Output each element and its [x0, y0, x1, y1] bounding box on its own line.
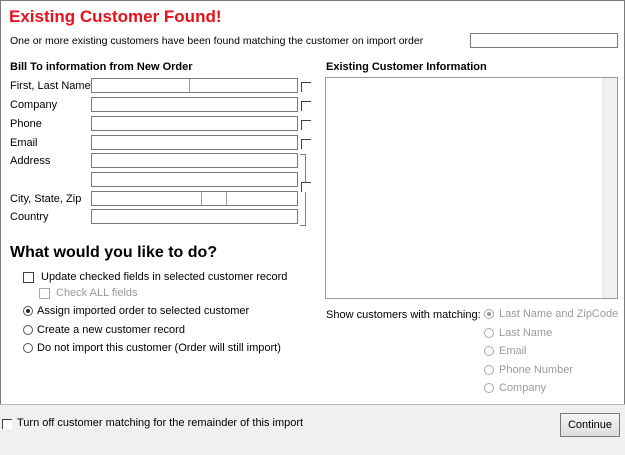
city-divider — [201, 192, 202, 205]
dialog-subtitle: One or more existing customers have been… — [10, 35, 424, 47]
match-lastname-radio[interactable] — [484, 328, 494, 338]
actions-heading: What would you like to do? — [10, 244, 218, 261]
search-input[interactable] — [470, 33, 618, 48]
do-not-import-label[interactable]: Do not import this customer (Order will … — [37, 342, 281, 354]
name-divider — [189, 79, 190, 92]
match-email-radio[interactable] — [484, 346, 494, 356]
do-not-import-radio[interactable] — [23, 343, 33, 353]
match-lastname-zip-radio[interactable] — [484, 309, 494, 319]
turn-off-matching-label[interactable]: Turn off customer matching for the remai… — [17, 417, 303, 429]
address-line1-field[interactable] — [91, 153, 298, 168]
city-state-zip-field[interactable] — [91, 191, 298, 206]
existing-customer-list[interactable] — [325, 77, 618, 299]
assign-label[interactable]: Assign imported order to selected custom… — [37, 305, 249, 317]
company-field[interactable] — [91, 97, 298, 112]
assign-radio[interactable] — [23, 306, 33, 316]
email-field[interactable] — [91, 135, 298, 150]
company-checkbox[interactable] — [301, 101, 311, 111]
match-lastname-zip-label[interactable]: Last Name and ZipCode — [499, 308, 618, 320]
state-divider — [226, 192, 227, 205]
match-lastname-label[interactable]: Last Name — [499, 327, 552, 339]
email-label: Email — [10, 137, 38, 149]
create-new-radio[interactable] — [23, 325, 33, 335]
check-all-label[interactable]: Check ALL fields — [56, 287, 138, 299]
update-checked-label[interactable]: Update checked fields in selected custom… — [41, 271, 287, 283]
dialog-title: Existing Customer Found! — [9, 7, 222, 26]
matching-label: Show customers with matching: — [326, 309, 481, 321]
name-label: First, Last Name — [10, 80, 91, 92]
country-field[interactable] — [91, 209, 298, 224]
address-line2-field[interactable] — [91, 172, 298, 187]
phone-checkbox[interactable] — [301, 120, 311, 130]
address-checkbox[interactable] — [301, 182, 311, 192]
country-label: Country — [10, 211, 49, 223]
phone-field[interactable] — [91, 116, 298, 131]
existing-customer-heading: Existing Customer Information — [326, 61, 487, 73]
company-label: Company — [10, 99, 58, 111]
email-checkbox[interactable] — [301, 139, 311, 149]
check-all-checkbox[interactable] — [39, 288, 50, 299]
match-phone-radio[interactable] — [484, 365, 494, 375]
bill-to-heading: Bill To information from New Order — [10, 61, 193, 73]
phone-label: Phone — [10, 118, 42, 130]
existing-customer-scrollbar[interactable] — [602, 78, 617, 298]
continue-button[interactable]: Continue — [560, 413, 620, 437]
name-checkbox[interactable] — [301, 82, 311, 92]
match-company-label[interactable]: Company — [499, 382, 546, 394]
turn-off-matching-checkbox[interactable] — [2, 419, 12, 429]
match-email-label[interactable]: Email — [499, 345, 527, 357]
city-state-zip-label: City, State, Zip — [10, 193, 82, 205]
name-field[interactable] — [91, 78, 298, 93]
update-checked-checkbox[interactable] — [23, 272, 34, 283]
address-label: Address — [10, 155, 51, 167]
footer-bar — [0, 404, 625, 455]
create-new-label[interactable]: Create a new customer record — [37, 324, 185, 336]
match-company-radio[interactable] — [484, 383, 494, 393]
match-phone-label[interactable]: Phone Number — [499, 364, 573, 376]
